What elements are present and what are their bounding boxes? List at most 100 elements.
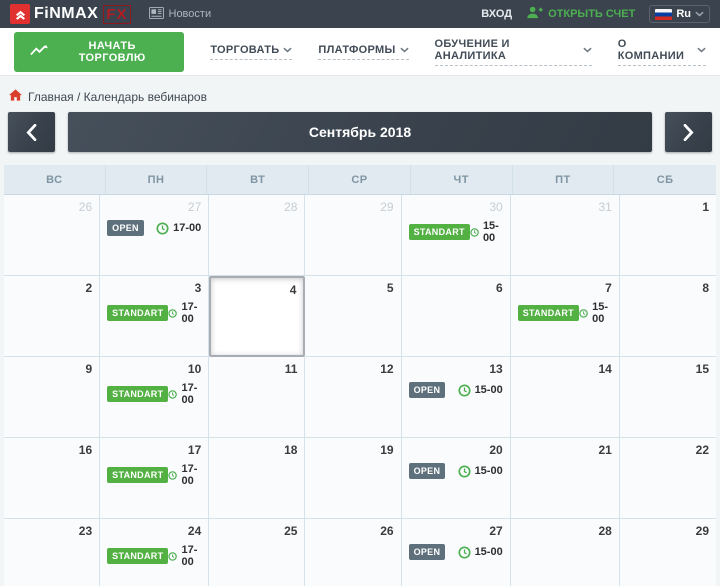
topbar: FiNMAX FX Новости ВХОД ОТКРЫТЬ СЧЕТ Ru <box>0 0 720 28</box>
chevron-down-icon <box>695 11 704 17</box>
clock-icon <box>168 388 177 401</box>
event-time: 17-00 <box>182 544 202 568</box>
newspaper-icon <box>149 7 164 22</box>
calendar-day-cell[interactable]: 18 <box>209 438 305 519</box>
calendar-day-cell[interactable]: 27 OPEN 17-00 <box>100 195 209 276</box>
event-badge: STANDART <box>518 305 579 321</box>
nav-item-platforms[interactable]: ПЛАТФОРМЫ <box>318 44 408 60</box>
cell-date: 9 <box>11 362 92 376</box>
calendar-day-cell[interactable]: 3 STANDART 17-00 <box>100 276 209 357</box>
day-headers-row: ВС ПН ВТ СР ЧТ ПТ СБ <box>4 165 716 195</box>
prev-month-button[interactable] <box>8 112 55 152</box>
brand-name: FiNMAX <box>34 5 98 23</box>
home-icon <box>9 89 22 104</box>
calendar-grid: 26 27 OPEN 17-00 28 29 30 STANDART 15-00… <box>4 195 716 586</box>
chevron-left-icon <box>26 124 37 141</box>
calendar-day-cell[interactable]: 27 OPEN 15-00 <box>402 519 511 586</box>
nav-item-label: ОБУЧЕНИЕ И АНАЛИТИКА <box>435 38 579 62</box>
nav-item-education[interactable]: ОБУЧЕНИЕ И АНАЛИТИКА <box>435 38 592 66</box>
calendar-day-cell[interactable]: 11 <box>209 357 305 438</box>
login-link[interactable]: ВХОД <box>481 8 512 20</box>
main-nav: НАЧАТЬ ТОРГОВЛЮ ТОРГОВАТЬ ПЛАТФОРМЫ ОБУЧ… <box>0 28 720 76</box>
cell-date: 30 <box>409 200 503 214</box>
event-badge: STANDART <box>107 386 168 402</box>
cell-event[interactable]: STANDART 15-00 <box>409 220 503 244</box>
calendar-day-cell[interactable]: 28 <box>511 519 620 586</box>
cell-event[interactable]: STANDART 17-00 <box>107 463 201 487</box>
calendar-day-cell[interactable]: 29 <box>620 519 716 586</box>
clock-icon <box>458 546 471 559</box>
cell-date: 31 <box>518 200 612 214</box>
calendar-day-cell[interactable]: 24 STANDART 17-00 <box>100 519 209 586</box>
start-trading-button[interactable]: НАЧАТЬ ТОРГОВЛЮ <box>14 32 184 72</box>
nav-item-trade[interactable]: ТОРГОВАТЬ <box>210 44 292 60</box>
nav-item-company[interactable]: О КОМПАНИИ <box>618 38 706 66</box>
calendar-day-cell[interactable]: 22 <box>620 438 716 519</box>
day-header-mon: ПН <box>106 165 208 194</box>
cell-date: 16 <box>11 443 92 457</box>
calendar-day-cell[interactable]: 5 <box>305 276 401 357</box>
calendar-day-cell[interactable]: 30 STANDART 15-00 <box>402 195 511 276</box>
event-time: 15-00 <box>592 301 612 325</box>
calendar-day-cell[interactable]: 15 <box>620 357 716 438</box>
calendar-day-cell[interactable]: 21 <box>511 438 620 519</box>
calendar-day-cell[interactable]: 14 <box>511 357 620 438</box>
calendar-day-cell[interactable]: 17 STANDART 17-00 <box>100 438 209 519</box>
event-badge: OPEN <box>409 382 446 398</box>
calendar-day-cell[interactable]: 6 <box>402 276 511 357</box>
clock-icon <box>168 307 177 320</box>
day-header-sun: ВС <box>4 165 106 194</box>
clock-icon <box>168 550 177 563</box>
open-account-link[interactable]: ОТКРЫТЬ СЧЕТ <box>526 6 635 22</box>
calendar-day-cell[interactable]: 7 STANDART 15-00 <box>511 276 620 357</box>
news-link[interactable]: Новости <box>149 7 212 22</box>
cell-event[interactable]: OPEN 15-00 <box>409 544 503 560</box>
calendar-day-cell[interactable]: 8 <box>620 276 716 357</box>
chevron-down-icon <box>583 47 592 53</box>
calendar-day-cell[interactable]: 10 STANDART 17-00 <box>100 357 209 438</box>
calendar-day-cell[interactable]: 31 <box>511 195 620 276</box>
event-badge: STANDART <box>107 548 168 564</box>
cell-event[interactable]: OPEN 17-00 <box>107 220 201 236</box>
event-badge: STANDART <box>409 224 470 240</box>
calendar-day-cell[interactable]: 12 <box>305 357 401 438</box>
calendar-day-cell[interactable]: 4 <box>209 276 305 357</box>
event-time: 17-00 <box>182 301 202 325</box>
clock-icon <box>458 465 471 478</box>
calendar-day-cell[interactable]: 1 <box>620 195 716 276</box>
calendar-day-cell[interactable]: 26 <box>4 195 100 276</box>
calendar-day-cell[interactable]: 13 OPEN 15-00 <box>402 357 511 438</box>
cell-date: 14 <box>518 362 612 376</box>
cell-event[interactable]: OPEN 15-00 <box>409 382 503 398</box>
calendar-day-cell[interactable]: 28 <box>209 195 305 276</box>
cell-date: 10 <box>107 362 201 376</box>
language-selector[interactable]: Ru <box>649 5 710 23</box>
next-month-button[interactable] <box>665 112 712 152</box>
cell-event[interactable]: STANDART 15-00 <box>518 301 612 325</box>
calendar-day-cell[interactable]: 9 <box>4 357 100 438</box>
event-time-group: 17-00 <box>168 382 201 406</box>
cell-event[interactable]: OPEN 15-00 <box>409 463 503 479</box>
event-time: 15-00 <box>475 546 503 558</box>
calendar-day-cell[interactable]: 29 <box>305 195 401 276</box>
logo[interactable]: FiNMAX FX <box>10 4 131 24</box>
calendar-day-cell[interactable]: 25 <box>209 519 305 586</box>
cell-event[interactable]: STANDART 17-00 <box>107 301 201 325</box>
nav-item-label: ПЛАТФОРМЫ <box>318 44 395 56</box>
calendar-day-cell[interactable]: 26 <box>305 519 401 586</box>
topbar-right: ВХОД ОТКРЫТЬ СЧЕТ Ru <box>481 5 710 23</box>
cell-event[interactable]: STANDART 17-00 <box>107 544 201 568</box>
calendar-day-cell[interactable]: 19 <box>305 438 401 519</box>
calendar-day-cell[interactable]: 2 <box>4 276 100 357</box>
chart-line-icon <box>30 44 48 59</box>
calendar-day-cell[interactable]: 16 <box>4 438 100 519</box>
cell-date: 3 <box>107 281 201 295</box>
calendar-day-cell[interactable]: 23 <box>4 519 100 586</box>
day-header-thu: ЧТ <box>411 165 513 194</box>
clock-icon <box>168 469 177 482</box>
nav-item-label: ТОРГОВАТЬ <box>210 44 279 56</box>
cell-event[interactable]: STANDART 17-00 <box>107 382 201 406</box>
calendar-day-cell[interactable]: 20 OPEN 15-00 <box>402 438 511 519</box>
breadcrumb[interactable]: Главная / Календарь вебинаров <box>0 76 720 112</box>
event-time: 15-00 <box>475 465 503 477</box>
